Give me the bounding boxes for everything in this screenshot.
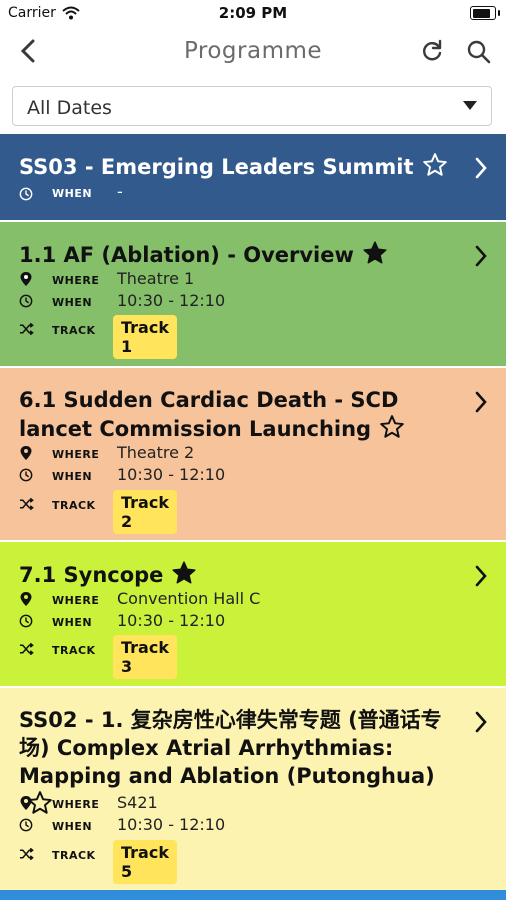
- track-badge: Track 2: [113, 490, 177, 534]
- bottom-accent-bar: [0, 890, 506, 900]
- session-card[interactable]: SS02 - 1. 复杂房性心律失常专题 (普通话专场) Complex Atr…: [0, 688, 506, 890]
- session-title: SS03 - Emerging Leaders Summit: [19, 152, 466, 185]
- chevron-right-icon: [474, 564, 488, 592]
- session-title-text: 6.1 Sudden Cardiac Death - SCD lancet Co…: [19, 388, 399, 441]
- clock-icon: [19, 817, 35, 833]
- when-value: 10:30 - 12:10: [117, 465, 226, 484]
- navigation-bar: Programme: [0, 26, 506, 80]
- where-value: S421: [117, 793, 158, 812]
- search-icon[interactable]: [466, 39, 492, 69]
- session-title: 6.1 Sudden Cardiac Death - SCD lancet Co…: [19, 386, 466, 447]
- session-card[interactable]: 7.1 Syncope WHERE Convention Hall C WHEN…: [0, 542, 506, 686]
- when-label: WHEN: [52, 187, 93, 200]
- chevron-right-icon: [474, 710, 488, 738]
- where-value: Theatre 1: [117, 269, 195, 288]
- clock-icon: [19, 293, 35, 309]
- session-card[interactable]: SS03 - Emerging Leaders Summit WHEN -: [0, 134, 506, 220]
- session-title: 1.1 AF (Ablation) - Overview: [19, 240, 466, 273]
- location-pin-icon: [19, 795, 35, 811]
- track-badge: Track 3: [113, 635, 177, 679]
- clock-icon: [19, 186, 35, 202]
- where-label: WHERE: [52, 798, 100, 811]
- when-label: WHEN: [52, 296, 93, 309]
- when-value: 10:30 - 12:10: [117, 291, 226, 310]
- when-value: 10:30 - 12:10: [117, 815, 226, 834]
- favorite-star-icon[interactable]: [422, 152, 448, 185]
- track-label: TRACK: [52, 324, 96, 337]
- track-label: TRACK: [52, 644, 96, 657]
- clock-icon: [19, 467, 35, 483]
- when-value: -: [117, 182, 123, 201]
- battery-fill: [472, 8, 490, 18]
- favorite-star-icon[interactable]: [379, 414, 405, 447]
- track-badge: Track 1: [113, 315, 177, 359]
- shuffle-icon: [19, 321, 35, 337]
- clock-icon: [19, 613, 35, 629]
- status-bar: Carrier 2:09 PM: [0, 0, 506, 26]
- shuffle-icon: [19, 496, 35, 512]
- when-label: WHEN: [52, 616, 93, 629]
- location-pin-icon: [19, 271, 35, 287]
- where-value: Convention Hall C: [117, 589, 261, 608]
- session-title-text: 1.1 AF (Ablation) - Overview: [19, 243, 354, 267]
- date-filter-select[interactable]: All Dates: [12, 86, 492, 126]
- session-title-text: SS03 - Emerging Leaders Summit: [19, 155, 414, 179]
- session-card[interactable]: 6.1 Sudden Cardiac Death - SCD lancet Co…: [0, 368, 506, 540]
- where-label: WHERE: [52, 448, 100, 461]
- dropdown-caret-icon: [463, 101, 477, 110]
- chevron-right-icon: [474, 244, 488, 272]
- favorite-star-icon[interactable]: [362, 240, 388, 273]
- shuffle-icon: [19, 846, 35, 862]
- track-badge: Track 5: [113, 840, 177, 884]
- where-label: WHERE: [52, 274, 100, 287]
- date-filter-value: All Dates: [27, 97, 112, 119]
- refresh-icon[interactable]: [420, 39, 444, 67]
- when-label: WHEN: [52, 470, 93, 483]
- session-card[interactable]: 1.1 AF (Ablation) - Overview WHERE Theat…: [0, 222, 506, 366]
- location-pin-icon: [19, 445, 35, 461]
- location-pin-icon: [19, 591, 35, 607]
- track-label: TRACK: [52, 499, 96, 512]
- when-label: WHEN: [52, 820, 93, 833]
- chevron-right-icon: [474, 390, 488, 418]
- session-title-text: SS02 - 1. 复杂房性心律失常专题 (普通话专场) Complex Atr…: [19, 708, 442, 788]
- session-title-text: 7.1 Syncope: [19, 563, 164, 587]
- date-filter-bar: All Dates: [0, 80, 506, 134]
- where-value: Theatre 2: [117, 443, 195, 462]
- chevron-right-icon: [474, 156, 488, 184]
- where-label: WHERE: [52, 594, 100, 607]
- status-time: 2:09 PM: [218, 4, 288, 22]
- battery-icon: [470, 6, 500, 20]
- when-value: 10:30 - 12:10: [117, 611, 226, 630]
- shuffle-icon: [19, 641, 35, 657]
- track-label: TRACK: [52, 849, 96, 862]
